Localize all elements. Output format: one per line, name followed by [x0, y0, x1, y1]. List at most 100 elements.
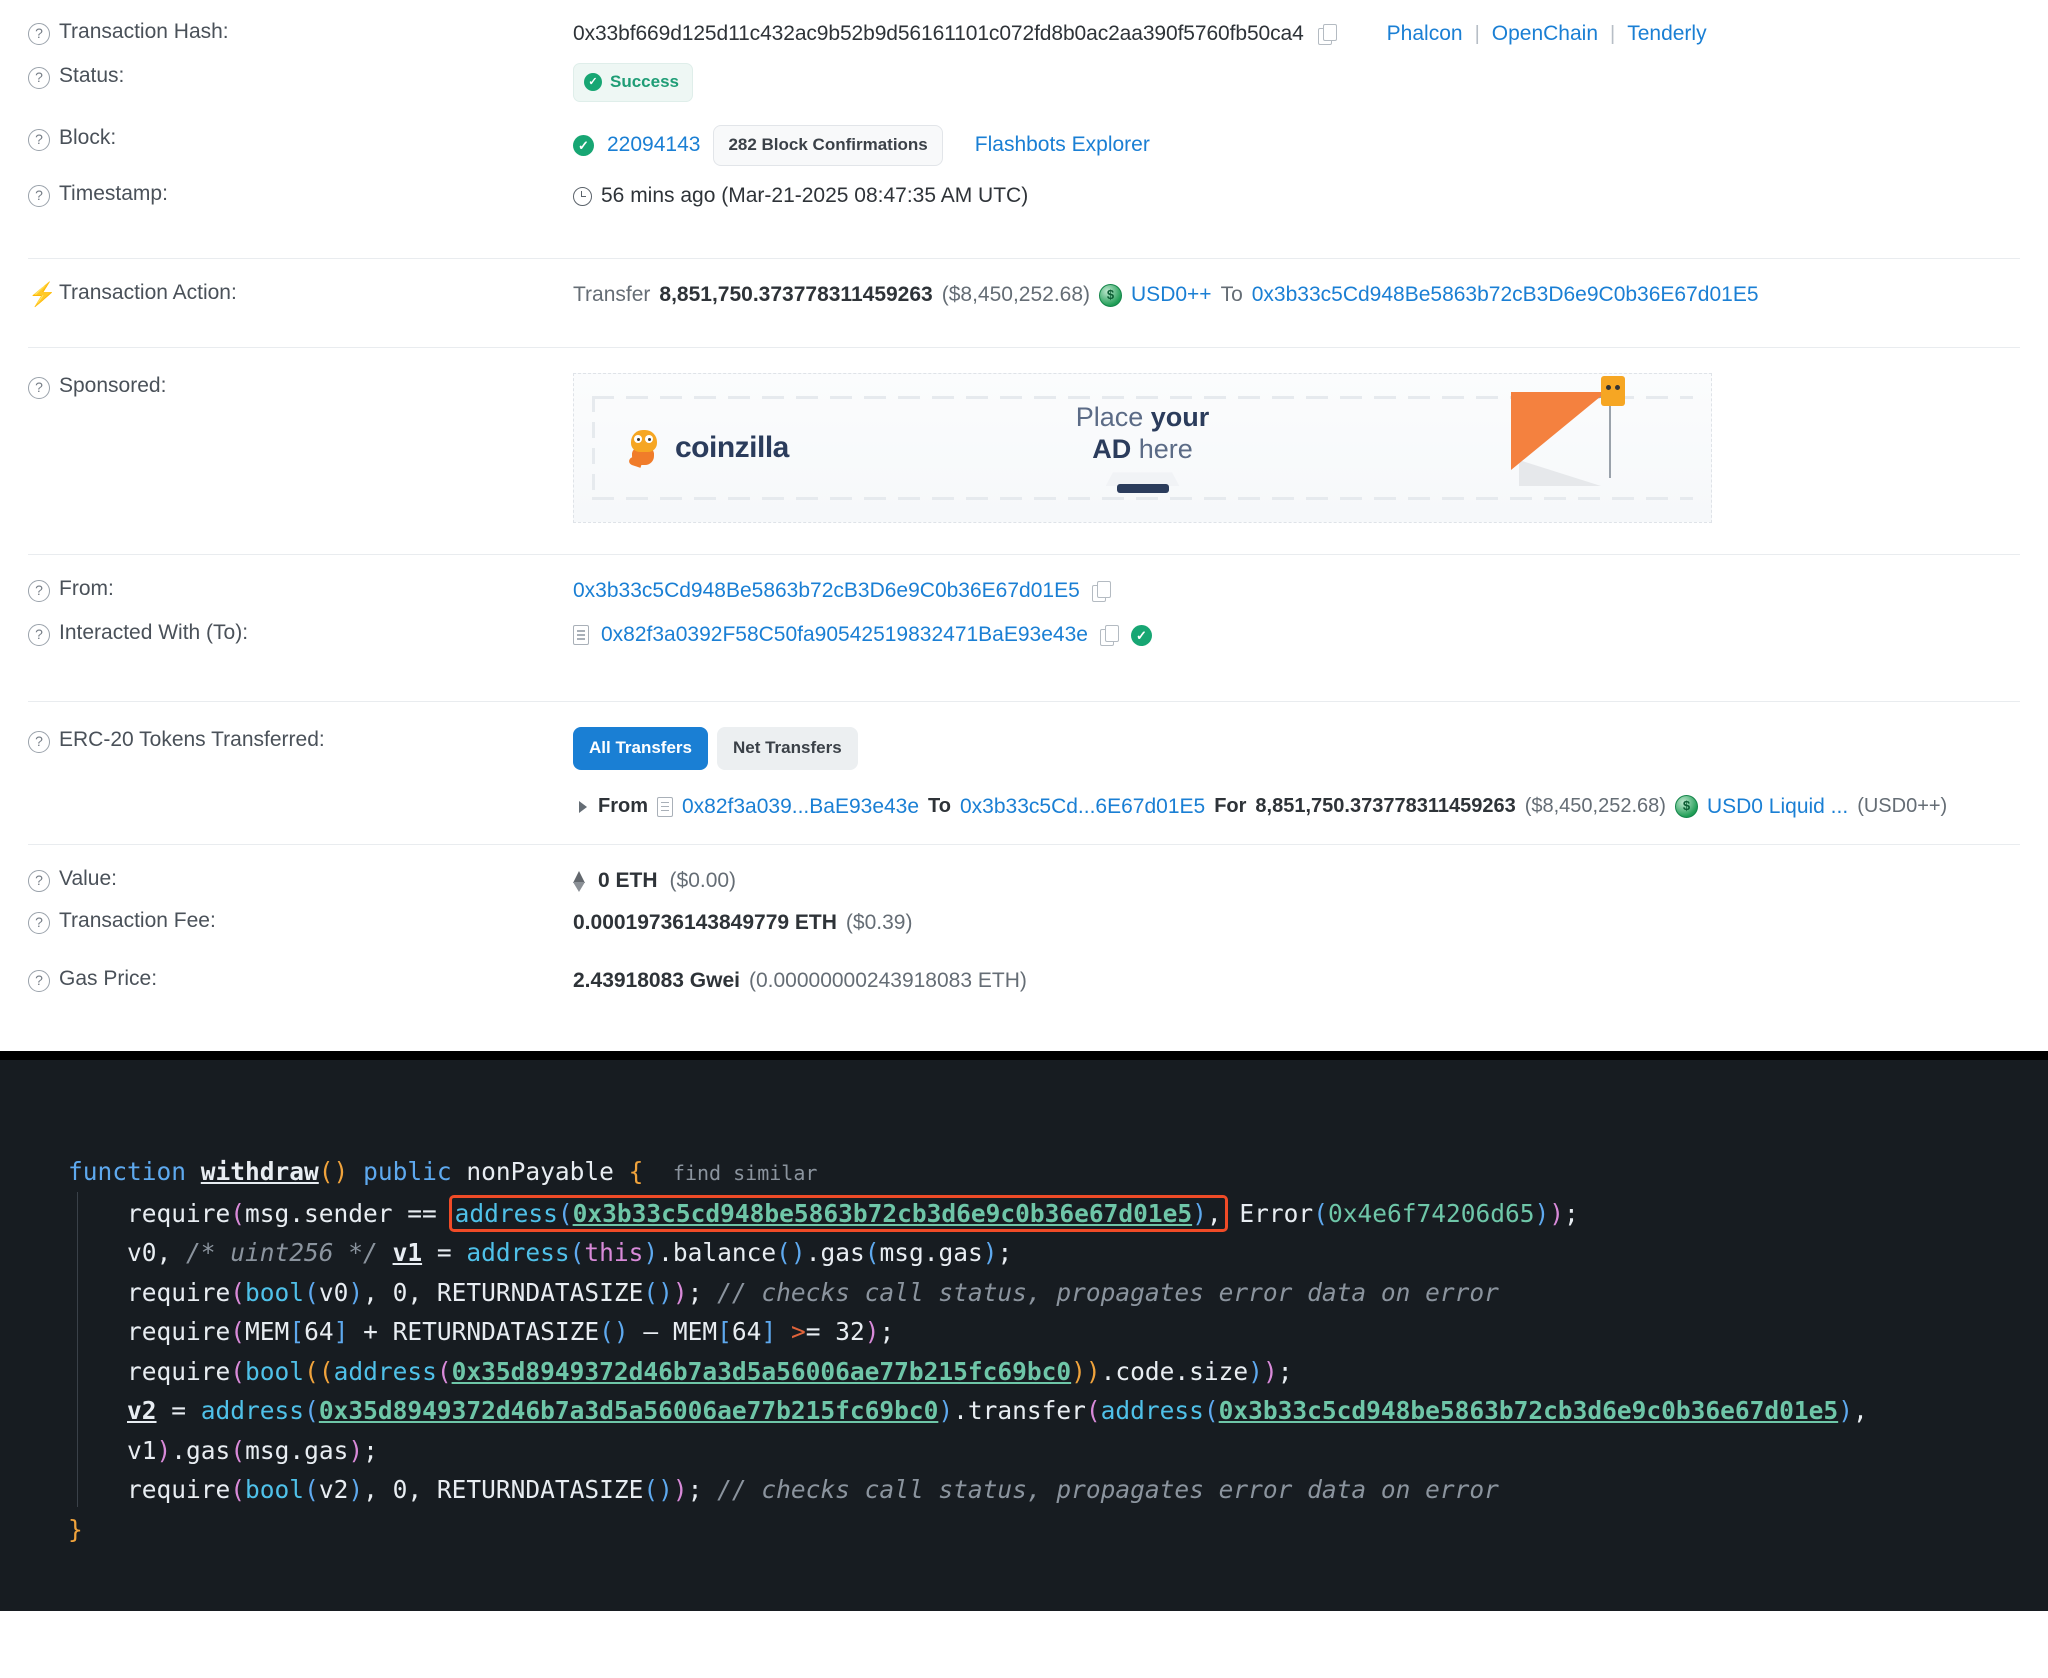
token-coin-icon: $	[1674, 795, 1698, 819]
link-flashbots-explorer[interactable]: Flashbots Explorer	[975, 130, 1150, 160]
help-icon[interactable]: ?	[28, 580, 50, 602]
transaction-hash-value: 0x33bf669d125d11c432ac9b52b9d56161101c07…	[573, 22, 1304, 45]
contract-address-literal-2[interactable]: 0x35d8949372d46b7a3d5a56006ae77b215fc69b…	[319, 1396, 939, 1425]
var-v1: v1	[392, 1238, 423, 1267]
help-icon[interactable]: ?	[28, 870, 50, 892]
label-gas-price: ? Gas Price:	[28, 963, 573, 992]
transfer-amount: 8,851,750.373778311459263	[1255, 795, 1516, 818]
action-usd: ($8,450,252.68)	[941, 283, 1091, 306]
label-text: Interacted With (To):	[59, 621, 249, 644]
indent-guide-line	[77, 1192, 78, 1507]
label-timestamp: ? Timestamp:	[28, 178, 573, 207]
link-openchain[interactable]: OpenChain	[1492, 19, 1598, 49]
label-text: Transaction Fee:	[59, 909, 216, 932]
value-transaction-fee: 0.00019736143849779 ETH ($0.39)	[573, 905, 2020, 938]
value-eth-amount: 0 ETH	[598, 869, 658, 892]
action-amount: 8,851,750.373778311459263	[659, 283, 933, 306]
ad-headline: Place your AD here	[574, 402, 1711, 495]
attacker-address-highlight: address(0x3b33c5cd948be5863b72cb3d6e9c0b…	[448, 1194, 1228, 1232]
tab-net-transfers[interactable]: Net Transfers	[717, 727, 858, 770]
value-status: ✓ Success	[573, 60, 2020, 102]
label-text: Gas Price:	[59, 967, 158, 990]
attacker-address-literal[interactable]: 0x3b33c5cd948be5863b72cb3d6e9c0b36e67d01…	[573, 1199, 1193, 1228]
check-circle-icon: ✓	[584, 73, 602, 92]
value-timestamp: 56 mins ago (Mar-21-2025 08:47:35 AM UTC…	[573, 178, 2020, 211]
label-transaction-hash: ? Transaction Hash:	[28, 16, 573, 45]
transfer-for-word: For	[1214, 795, 1247, 818]
label-from: ? From:	[28, 573, 573, 602]
label-transaction-action: ⚡ Transaction Action:	[28, 277, 573, 307]
help-icon[interactable]: ?	[28, 67, 50, 89]
fee-usd-amount: ($0.39)	[845, 911, 913, 934]
label-status: ? Status:	[28, 60, 573, 89]
call-require: require	[127, 1198, 231, 1228]
kw-function: function	[68, 1157, 187, 1186]
verified-contract-icon: ✓	[1130, 624, 1152, 646]
external-tool-links: Phalcon | OpenChain | Tenderly	[1387, 19, 1707, 49]
attacker-address-literal-2[interactable]: 0x3b33c5cd948be5863b72cb3d6e9c0b36e67d01…	[1219, 1396, 1839, 1425]
call-error: Error	[1239, 1198, 1314, 1228]
help-icon[interactable]: ?	[28, 624, 50, 646]
interacted-with-address-link[interactable]: 0x82f3a0392F58C50fa90542519832471BaE93e4…	[601, 620, 1088, 650]
contract-address-literal[interactable]: 0x35d8949372d46b7a3d5a56006ae77b215fc69b…	[452, 1357, 1072, 1386]
action-to-word: To	[1220, 283, 1243, 306]
from-address-link[interactable]: 0x3b33c5Cd948Be5863b72cB3D6e9C0b36E67d01…	[573, 576, 1080, 606]
value-erc20-transfers: All Transfers Net Transfers From 0x82f3a…	[573, 724, 2020, 822]
ad-line2-b: here	[1131, 433, 1193, 464]
label-value: ? Value:	[28, 863, 573, 892]
value-eth-value: 0 ETH ($0.00)	[573, 863, 2020, 896]
transaction-details-panel: ? Transaction Hash: 0x33bf669d125d11c432…	[0, 0, 2048, 1051]
transfer-from-address-link[interactable]: 0x82f3a039...BaE93e43e	[682, 792, 919, 822]
decompiled-code-panel: Attacker Address function withdraw() pub…	[0, 1060, 2048, 1611]
block-number-link[interactable]: 22094143	[607, 130, 700, 160]
link-tenderly[interactable]: Tenderly	[1627, 19, 1706, 49]
row-transaction-action: ⚡ Transaction Action: Transfer 8,851,750…	[0, 259, 2048, 333]
help-icon[interactable]: ?	[28, 185, 50, 207]
row-value: ? Value: 0 ETH ($0.00)	[0, 845, 2048, 905]
modifier-nonpayable: nonPayable	[466, 1157, 614, 1186]
value-sponsored: coinzilla Place your AD here	[573, 370, 2020, 523]
tab-all-transfers[interactable]: All Transfers	[573, 727, 708, 770]
help-icon[interactable]: ?	[28, 23, 50, 45]
value-interacted-with: 0x82f3a0392F58C50fa90542519832471BaE93e4…	[573, 617, 2020, 650]
transfer-to-address-link[interactable]: 0x3b33c5Cd...6E67d01E5	[960, 792, 1205, 822]
kw-public: public	[363, 1157, 452, 1186]
find-similar-link[interactable]: find similar	[673, 1161, 818, 1185]
label-interacted-with: ? Interacted With (To):	[28, 617, 573, 646]
help-icon[interactable]: ?	[28, 129, 50, 151]
row-sponsored: ? Sponsored: coinzilla Place your AD her…	[0, 348, 2048, 538]
copy-icon[interactable]	[1317, 23, 1337, 45]
help-icon[interactable]: ?	[28, 912, 50, 934]
value-block: ✓ 22094143 282 Block Confirmations Flash…	[573, 122, 2020, 166]
expand-caret-icon[interactable]	[579, 800, 587, 813]
ad-line1-b: your	[1150, 401, 1210, 432]
link-phalcon[interactable]: Phalcon	[1387, 19, 1463, 49]
token-coin-icon: $	[1099, 283, 1123, 307]
copy-icon[interactable]	[1099, 624, 1119, 646]
value-gas-price: 2.43918083 Gwei (0.00000000243918083 ETH…	[573, 963, 2020, 996]
link-separator: |	[1610, 22, 1616, 45]
value-from: 0x3b33c5Cd948Be5863b72cB3D6e9C0b36E67d01…	[573, 573, 2020, 606]
fn-name-withdraw[interactable]: withdraw	[201, 1157, 319, 1186]
gas-price-gwei: 2.43918083 Gwei	[573, 969, 740, 992]
transfer-token-link[interactable]: USD0 Liquid ...	[1707, 792, 1848, 822]
block-confirmed-icon: ✓	[573, 134, 594, 156]
ethereum-diamond-icon	[573, 870, 586, 892]
copy-icon[interactable]	[1091, 580, 1111, 602]
value-transaction-hash: 0x33bf669d125d11c432ac9b52b9d56161101c07…	[573, 16, 2020, 49]
contract-document-icon	[573, 625, 589, 646]
row-transaction-fee: ? Transaction Fee: 0.00019736143849779 E…	[0, 905, 2048, 963]
help-icon[interactable]: ?	[28, 731, 50, 753]
help-icon[interactable]: ?	[28, 970, 50, 992]
block-confirmations-chip: 282 Block Confirmations	[713, 125, 943, 166]
action-token-link[interactable]: USD0++	[1131, 280, 1212, 310]
help-icon[interactable]: ?	[28, 377, 50, 399]
sponsored-ad-banner[interactable]: coinzilla Place your AD here	[573, 373, 1712, 523]
transfer-token-symbol: (USD0++)	[1857, 795, 1948, 818]
clock-icon	[573, 186, 592, 206]
code-block: function withdraw() public nonPayable { …	[68, 1157, 1868, 1544]
lightning-bolt-icon: ⚡	[28, 281, 57, 307]
label-erc20-transfers: ? ERC-20 Tokens Transferred:	[28, 724, 573, 753]
action-to-address-link[interactable]: 0x3b33c5Cd948Be5863b72cB3D6e9C0b36E67d01…	[1252, 280, 1759, 310]
gas-price-eth: (0.00000000243918083 ETH)	[748, 969, 1027, 992]
